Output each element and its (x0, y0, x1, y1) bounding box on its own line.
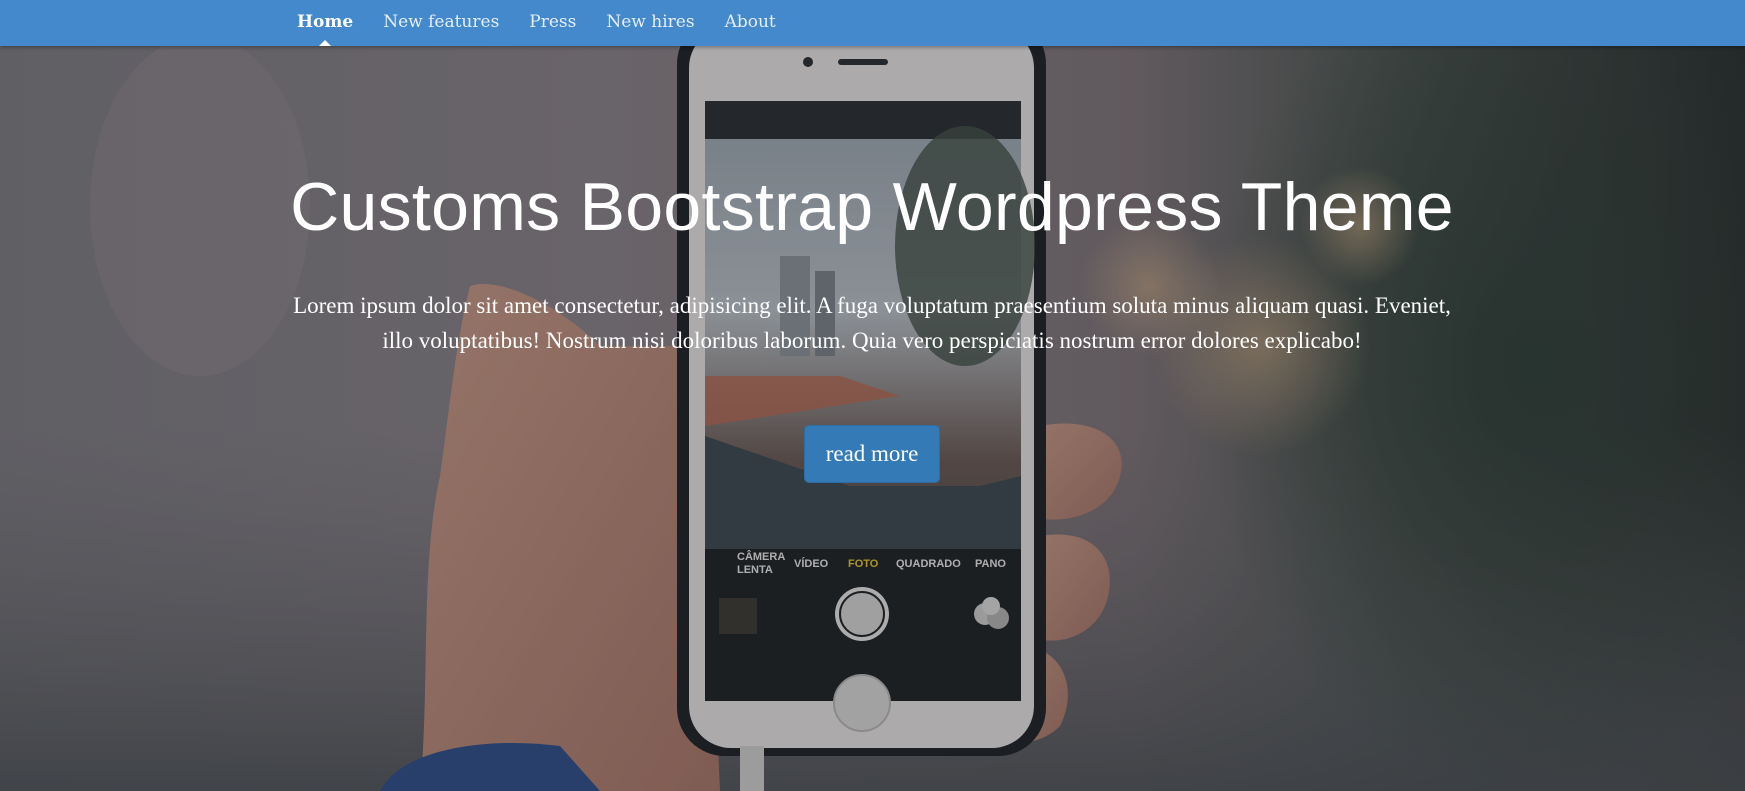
hero-description: Lorem ipsum dolor sit amet consectetur, … (293, 293, 1451, 353)
nav-item-about[interactable]: About (710, 0, 791, 46)
nav-menu: Home New features Press New hires About (282, 0, 791, 46)
nav-item-press[interactable]: Press (514, 0, 591, 46)
nav-item-new-hires[interactable]: New hires (591, 0, 709, 46)
read-more-button[interactable]: read more (803, 425, 941, 483)
hero-section: CÂMERA LENTA VÍDEO FOTO QUADRADO PANO Cu… (0, 46, 1745, 791)
nav-item-new-features[interactable]: New features (368, 0, 514, 46)
hero-title: Customs Bootstrap Wordpress Theme (290, 169, 1454, 245)
hero-content: Customs Bootstrap Wordpress Theme Lorem … (272, 46, 1472, 483)
nav-item-home[interactable]: Home (282, 0, 368, 46)
top-navbar: Home New features Press New hires About (0, 0, 1745, 46)
